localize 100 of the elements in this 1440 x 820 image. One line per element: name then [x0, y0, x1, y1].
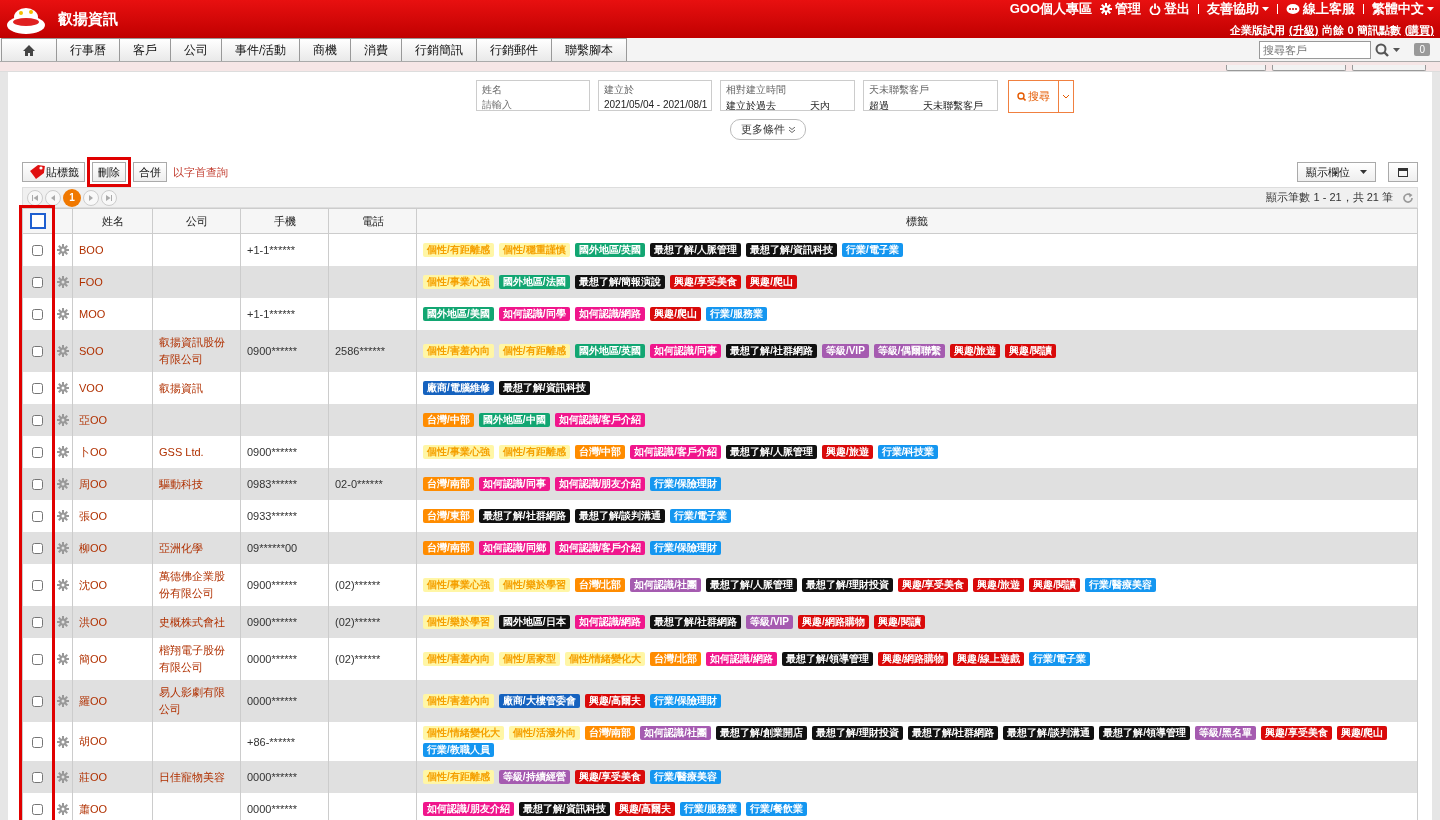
tag-label[interactable]: 興趣/享受美食 — [1260, 726, 1332, 740]
tag-label[interactable]: 最想了解/社群網路 — [478, 509, 570, 523]
company-name[interactable]: 楷翔電子股份有限公司 — [159, 642, 234, 676]
tag-label[interactable]: 如何認識/客戶介紹 — [554, 413, 646, 427]
contact-name[interactable]: 張OO — [79, 509, 108, 522]
tag-label[interactable]: 興趣/旅遊 — [821, 445, 873, 459]
tag-label[interactable]: 興趣/閱讀 — [1005, 344, 1057, 358]
contact-name[interactable]: 莊OO — [79, 770, 108, 783]
header-menu[interactable]: 繁體中文 — [1372, 0, 1434, 18]
tag-label[interactable]: 國外地區/日本 — [498, 615, 570, 629]
tag-label[interactable]: 興趣/爬山 — [650, 307, 702, 321]
nav-tab[interactable]: 行事曆 — [56, 38, 120, 61]
row-checkbox[interactable] — [32, 772, 43, 784]
tag-label[interactable]: 等級/VIP — [746, 615, 794, 629]
tag-label[interactable]: 如何認識/朋友介紹 — [554, 477, 646, 491]
tag-label[interactable]: 國外地區/法國 — [498, 275, 570, 289]
contact-name[interactable]: 羅OO — [79, 694, 108, 707]
tag-label[interactable]: 行業/科技業 — [877, 445, 939, 459]
tag-label[interactable]: 國外地區/英國 — [574, 344, 646, 358]
row-checkbox[interactable] — [32, 804, 43, 816]
row-checkbox[interactable] — [32, 736, 43, 748]
tag-label[interactable]: 國外地區/英國 — [574, 243, 646, 257]
page-button[interactable]: 1 — [63, 188, 81, 207]
tag-label[interactable]: 興趣/享受美食 — [670, 275, 742, 289]
tag-label[interactable]: 最想了解/社群網路 — [907, 726, 999, 740]
tag-label[interactable]: 行業/保險理財 — [650, 477, 722, 491]
tag-label[interactable]: 行業/電子業 — [1029, 652, 1091, 666]
tag-label[interactable]: 最想了解/資訊科技 — [746, 243, 837, 257]
button-edge[interactable] — [1272, 65, 1346, 71]
toolbar-button[interactable]: 貼標籤 — [22, 162, 85, 182]
row-checkbox[interactable] — [32, 696, 43, 708]
tag-label[interactable]: 等級/偶爾聯繫 — [873, 344, 945, 358]
tag-label[interactable]: 如何認識/客戶介紹 — [630, 445, 722, 459]
tag-label[interactable]: 行業/醫療美容 — [650, 770, 722, 784]
window-button[interactable] — [1388, 162, 1418, 182]
header-link[interactable]: 管理 — [1100, 0, 1141, 18]
tag-label[interactable]: 國外地區/美國 — [423, 307, 494, 321]
account-link[interactable]: (升級) — [1289, 23, 1319, 38]
filter-field[interactable]: 相對建立時間 建立於過去 天內 — [720, 80, 855, 111]
tag-label[interactable]: 如何認識/網路 — [706, 652, 777, 666]
tag-label[interactable]: 興趣/網路購物 — [798, 615, 869, 629]
tag-label[interactable]: 等級/持續經營 — [498, 770, 570, 784]
contact-name[interactable]: FOO — [79, 276, 103, 288]
tag-label[interactable]: 最想了解/談判溝通 — [574, 509, 666, 523]
tag-label[interactable]: 如何認識/同事 — [650, 344, 722, 358]
column-display-button[interactable]: 顯示欄位 — [1296, 162, 1376, 182]
gear-icon[interactable] — [1100, 3, 1112, 15]
gear-icon[interactable] — [56, 653, 69, 665]
tag-label[interactable]: 行業/保險理財 — [650, 694, 722, 708]
contact-name[interactable]: MOO — [79, 308, 106, 320]
tag-label[interactable]: 行業/醫療美容 — [1085, 578, 1156, 592]
power-icon[interactable] — [1149, 3, 1161, 15]
header-link[interactable]: 線上客服 — [1286, 0, 1355, 18]
tag-label[interactable]: 興趣/旅遊 — [949, 344, 1001, 358]
gear-icon[interactable] — [56, 735, 69, 748]
refresh-icon[interactable] — [1403, 192, 1413, 203]
filter-field[interactable]: 姓名 請輸入 — [476, 80, 590, 111]
tag-label[interactable]: 興趣/閱讀 — [1029, 578, 1081, 592]
tag-label[interactable]: 國外地區/中國 — [478, 413, 550, 427]
tag-label[interactable]: 如何認識/網路 — [574, 307, 646, 321]
tag-label[interactable]: 興趣/高爾夫 — [584, 694, 646, 708]
tag-label[interactable]: 行業/餐飲業 — [746, 802, 807, 816]
tag-label[interactable]: 如何認識/社團 — [630, 578, 702, 592]
tag-label[interactable]: 行業/電子業 — [841, 243, 903, 257]
tag-label[interactable]: 如何認識/社團 — [640, 726, 712, 740]
gear-icon[interactable] — [56, 244, 69, 256]
contact-name[interactable]: 簡OO — [79, 652, 108, 665]
tag-label[interactable]: 最想了解/人脈管理 — [650, 243, 742, 257]
tag-label[interactable]: 如何認識/同鄉 — [478, 541, 550, 555]
tag-label[interactable]: 行業/保險理財 — [650, 541, 722, 555]
more-conditions-button[interactable]: 更多條件 — [729, 119, 806, 140]
contact-name[interactable]: 柳OO — [79, 541, 108, 554]
tag-label[interactable]: 最想了解/資訊科技 — [498, 381, 590, 395]
tag-label[interactable]: 行業/教職人員 — [423, 743, 494, 757]
tag-label[interactable]: 興趣/高爾夫 — [614, 802, 676, 816]
company-name[interactable]: GSS Ltd. — [159, 443, 234, 461]
nav-tab[interactable]: 商機 — [299, 38, 352, 61]
tag-label[interactable]: 等級/VIP — [821, 344, 869, 358]
company-name[interactable]: 叡揚資訊 — [159, 379, 234, 397]
prefix-search-link[interactable]: 以字首查詢 — [173, 164, 228, 180]
gear-icon[interactable] — [56, 446, 69, 458]
nav-tab[interactable]: 消費 — [350, 38, 403, 61]
tag-label[interactable]: 最想了解/人脈管理 — [726, 445, 817, 459]
gear-icon[interactable] — [56, 579, 69, 591]
row-checkbox[interactable] — [32, 346, 43, 358]
contact-name[interactable]: 亞OO — [79, 413, 108, 426]
tag-label[interactable]: 最想了解/資訊科技 — [518, 802, 610, 816]
row-checkbox[interactable] — [32, 277, 43, 289]
home-tab[interactable] — [1, 38, 57, 61]
button-edge[interactable] — [1352, 65, 1426, 71]
tag-label[interactable]: 如何認識/朋友介紹 — [423, 802, 514, 816]
contact-name[interactable]: 沈OO — [79, 578, 108, 591]
tag-label[interactable]: 興趣/享受美食 — [897, 578, 969, 592]
header-link[interactable]: 登出 — [1149, 0, 1190, 18]
nav-tab[interactable]: 行銷簡訊 — [401, 38, 478, 61]
tag-label[interactable]: 如何認識/同學 — [498, 307, 570, 321]
tag-label[interactable]: 興趣/爬山 — [1336, 726, 1388, 740]
tag-label[interactable]: 廠商/電腦維修 — [423, 381, 494, 395]
filter-field[interactable]: 天未聯繫客戶 超過 天未聯繫客戶 — [863, 80, 998, 111]
tag-label[interactable]: 最想了解/領導管理 — [781, 652, 873, 666]
